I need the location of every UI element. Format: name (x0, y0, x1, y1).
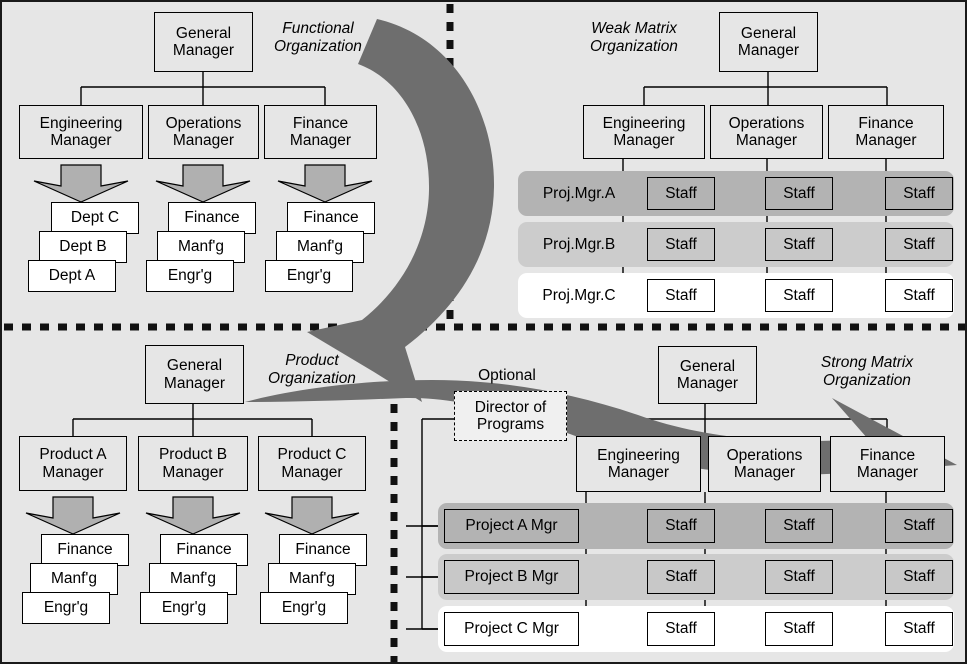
product-manager-a: Product A Manager (19, 436, 127, 491)
product-function-box: Engr'g (22, 592, 110, 624)
strong-matrix-staff-box: Staff (765, 509, 833, 543)
functional-dept-box: Manf'g (157, 231, 245, 263)
strong-matrix-project-manager-a: Project A Mgr (444, 509, 579, 543)
strong-matrix-project-manager-c: Project C Mgr (444, 612, 579, 646)
product-function-box: Engr'g (140, 592, 228, 624)
functional-dept-box: Dept C (51, 202, 139, 234)
weak-matrix-staff-box: Staff (647, 177, 715, 210)
weak-matrix-staff-box: Staff (885, 279, 953, 312)
strong-matrix-manager-finance: Finance Manager (830, 436, 945, 492)
functional-dept-box: Engr'g (146, 260, 234, 292)
strong-matrix-staff-box: Staff (885, 509, 953, 543)
functional-dept-box: Finance (168, 202, 256, 234)
functional-manager-engineering: Engineering Manager (19, 105, 143, 159)
weak-matrix-manager-engineering: Engineering Manager (583, 105, 705, 159)
director-of-programs-box: Director of Programs (454, 391, 567, 441)
product-function-box: Finance (279, 534, 367, 566)
product-function-box: Manf'g (149, 563, 237, 595)
product-down-arrows (25, 496, 360, 535)
strong-matrix-staff-box: Staff (647, 612, 715, 646)
weak-matrix-general-manager: General Manager (719, 12, 818, 72)
weak-matrix-staff-box: Staff (765, 228, 833, 261)
product-function-box: Finance (41, 534, 129, 566)
strong-matrix-manager-engineering: Engineering Manager (576, 436, 701, 492)
product-title: Product Organization (268, 352, 356, 387)
weak-matrix-staff-box: Staff (647, 228, 715, 261)
functional-dept-box: Finance (287, 202, 375, 234)
strong-matrix-project-manager-b: Project B Mgr (444, 560, 579, 594)
weak-matrix-project-manager-c: Proj.Mgr.C (542, 286, 616, 304)
product-function-box: Engr'g (260, 592, 348, 624)
strong-matrix-staff-box: Staff (765, 612, 833, 646)
strong-matrix-staff-box: Staff (885, 560, 953, 594)
organization-structures-diagram: Functional Organization General Manager … (0, 0, 967, 664)
product-function-box: Finance (160, 534, 248, 566)
product-connectors (72, 404, 313, 436)
functional-dept-box: Dept A (28, 260, 116, 292)
weak-matrix-project-manager-b: Proj.Mgr.B (542, 235, 616, 253)
down-arrow-1 (33, 164, 129, 203)
product-function-box: Manf'g (30, 563, 118, 595)
optional-caption: Optional (478, 367, 536, 384)
weak-matrix-staff-box: Staff (647, 279, 715, 312)
functional-general-manager: General Manager (154, 12, 253, 72)
product-manager-c: Product C Manager (258, 436, 366, 491)
weak-matrix-project-manager-a: Proj.Mgr.A (542, 184, 616, 202)
strong-matrix-staff-box: Staff (885, 612, 953, 646)
strong-matrix-title: Strong Matrix Organization (820, 354, 914, 389)
functional-title: Functional Organization (274, 20, 362, 55)
functional-dept-box: Dept B (39, 231, 127, 263)
down-arrow-6 (264, 496, 360, 535)
down-arrow-3 (277, 164, 373, 203)
weak-matrix-manager-finance: Finance Manager (828, 105, 944, 159)
product-general-manager: General Manager (145, 345, 244, 404)
weak-matrix-staff-box: Staff (885, 177, 953, 210)
weak-matrix-staff-box: Staff (765, 279, 833, 312)
down-arrow-4 (25, 496, 121, 535)
functional-manager-finance: Finance Manager (264, 105, 377, 159)
weak-matrix-staff-box: Staff (765, 177, 833, 210)
down-arrow-5 (145, 496, 241, 535)
functional-dept-box: Manf'g (276, 231, 364, 263)
down-arrow-2 (155, 164, 251, 203)
strong-matrix-manager-operations: Operations Manager (708, 436, 821, 492)
weak-matrix-manager-operations: Operations Manager (710, 105, 823, 159)
functional-manager-operations: Operations Manager (148, 105, 259, 159)
product-manager-b: Product B Manager (138, 436, 248, 491)
strong-matrix-staff-box: Staff (647, 509, 715, 543)
functional-down-arrows (33, 164, 373, 203)
strong-matrix-staff-box: Staff (647, 560, 715, 594)
functional-dept-box: Engr'g (265, 260, 353, 292)
strong-matrix-general-manager: General Manager (658, 346, 757, 404)
functional-connectors (80, 72, 326, 105)
product-function-box: Manf'g (268, 563, 356, 595)
weak-matrix-staff-box: Staff (885, 228, 953, 261)
weak-matrix-title: Weak Matrix Organization (590, 20, 678, 55)
strong-matrix-staff-box: Staff (765, 560, 833, 594)
